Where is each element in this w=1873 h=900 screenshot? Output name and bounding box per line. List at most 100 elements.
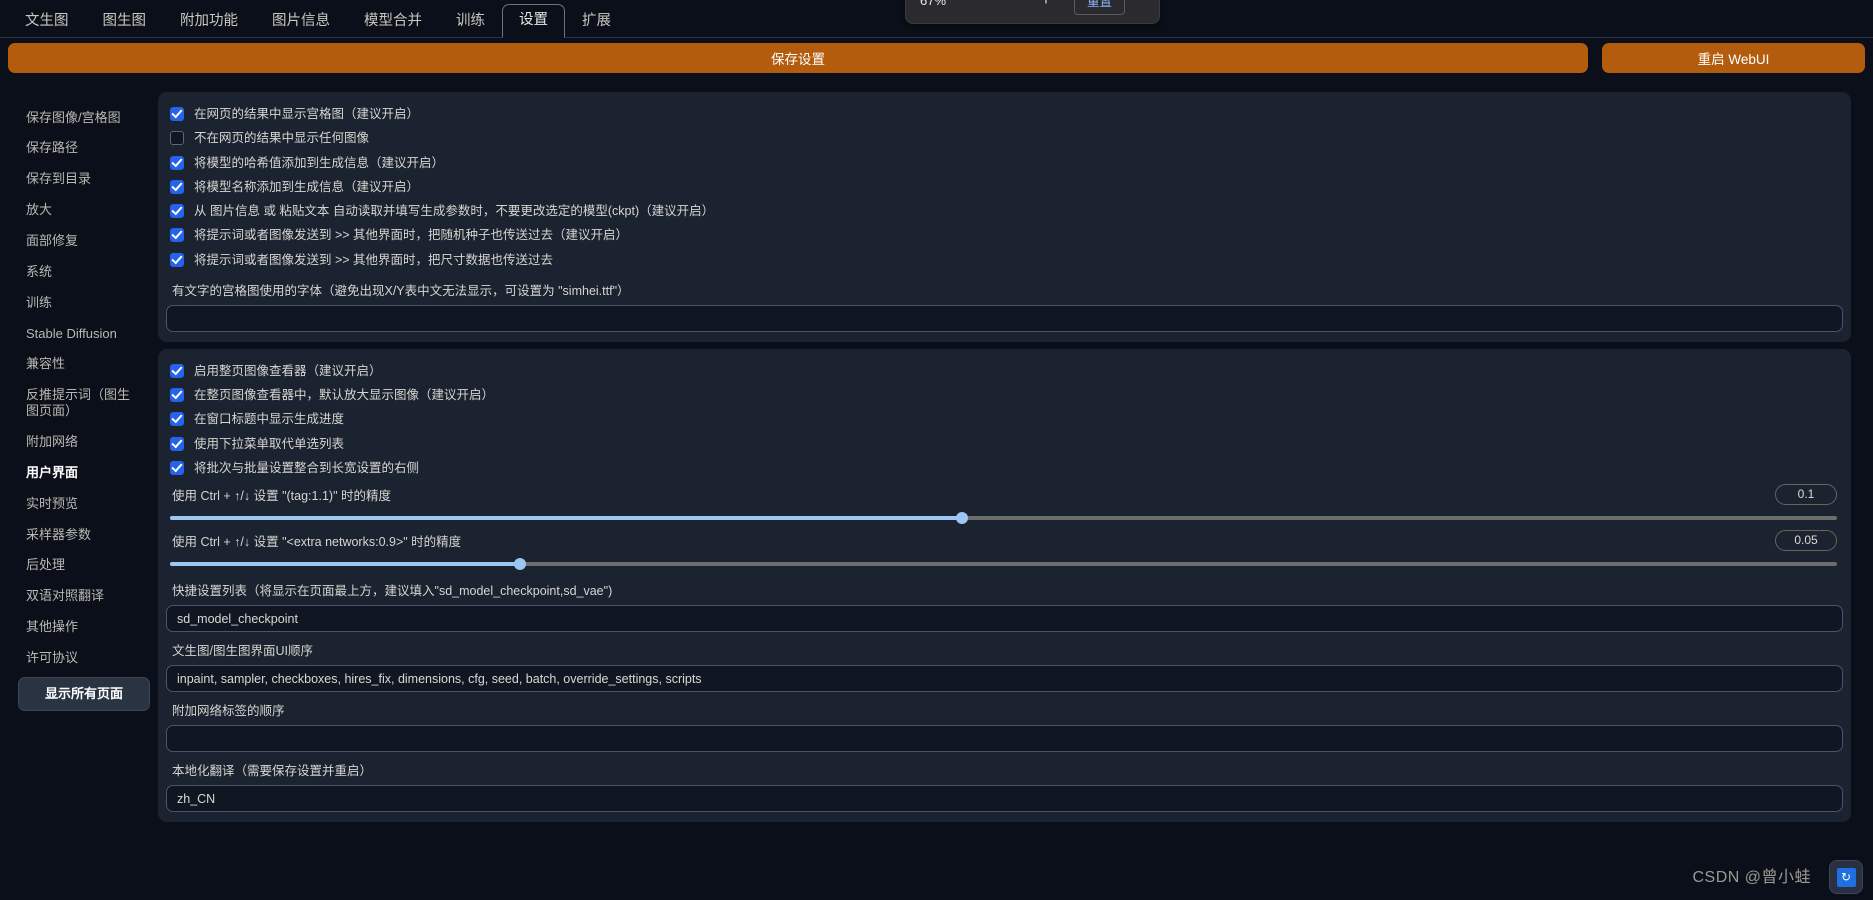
slider-header-extra-net-step: 使用 Ctrl + ↑/↓ 设置 "<extra networks:0.9>" … <box>166 526 1843 553</box>
settings-sidebar: 保存图像/宫格图 保存路径 保存到目录 放大 面部修复 系统 训练 Stable… <box>0 92 158 900</box>
zoom-out-icon[interactable]: − <box>992 0 1028 10</box>
quicksettings-label: 快捷设置列表（将显示在页面最上方，建议填入"sd_model_checkpoin… <box>172 584 613 598</box>
settings-action-bar: 保存设置 重启 WebUI <box>0 37 1873 82</box>
tab-train[interactable]: 训练 <box>439 5 502 38</box>
tab-label: 图片信息 <box>272 13 330 30</box>
tab-label: 文生图 <box>25 13 69 30</box>
slider-value-tag-step[interactable]: 0.1 <box>1775 484 1837 505</box>
sidebar-item-other-actions[interactable]: 其他操作 <box>18 612 150 643</box>
settings-page: 保存图像/宫格图 保存路径 保存到目录 放大 面部修复 系统 训练 Stable… <box>0 92 1873 900</box>
checkbox-batch-next-to-dimensions[interactable] <box>170 460 184 475</box>
restart-webui-button[interactable]: 重启 WebUI <box>1602 43 1865 73</box>
sidebar-item-upscaling[interactable]: 放大 <box>18 195 150 226</box>
checkbox-viewer-zoom-default[interactable] <box>170 388 184 403</box>
tab-checkpoint-merger[interactable]: 模型合并 <box>347 5 439 38</box>
slider-value-extra-net-step[interactable]: 0.05 <box>1775 530 1837 551</box>
floating-action-button[interactable]: ↻ <box>1829 860 1863 894</box>
sidebar-item-extra-networks[interactable]: 附加网络 <box>18 426 150 457</box>
setting-label: 将模型名称添加到生成信息（建议开启） <box>194 179 420 194</box>
tab-label: 设置 <box>519 12 548 29</box>
tab-settings[interactable]: 设置 <box>502 4 565 38</box>
sidebar-item-user-interface[interactable]: 用户界面 <box>18 457 150 488</box>
sidebar-item-licenses[interactable]: 许可协议 <box>18 642 150 673</box>
setting-row[interactable]: 在网页的结果中显示宫格图（建议开启） <box>166 102 1843 126</box>
extra-networks-order-label: 附加网络标签的顺序 <box>172 704 285 718</box>
sidebar-item-compatibility[interactable]: 兼容性 <box>18 349 150 380</box>
refresh-icon: ↻ <box>1836 867 1856 887</box>
setting-row[interactable]: 在整页图像查看器中，默认放大显示图像（建议开启） <box>166 383 1843 407</box>
slider-track-tag-step[interactable] <box>170 512 1837 524</box>
slider-thumb[interactable] <box>514 558 527 570</box>
localization-input[interactable] <box>166 785 1843 812</box>
sidebar-item-save-paths[interactable]: 保存路径 <box>18 133 150 164</box>
checkbox-send-size[interactable] <box>170 252 184 267</box>
sidebar-item-interrogate[interactable]: 反推提示词（图生图页面） <box>18 380 150 427</box>
tab-label: 图生图 <box>102 13 147 30</box>
checkbox-show-grid-in-results[interactable] <box>170 107 184 122</box>
save-settings-button[interactable]: 保存设置 <box>8 43 1588 73</box>
setting-label: 在窗口标题中显示生成进度 <box>194 412 345 427</box>
zoom-percent-label: 67% <box>920 0 947 8</box>
sidebar-item-live-previews[interactable]: 实时预览 <box>18 488 150 519</box>
setting-row[interactable]: 从 图片信息 或 粘贴文本 自动读取并填写生成参数时，不要更改选定的模型(ckp… <box>166 199 1843 223</box>
slider-header-tag-step: 使用 Ctrl + ↑/↓ 设置 "(tag:1.1)" 时的精度 0.1 <box>166 480 1843 507</box>
checkbox-group-ui: 启用整页图像查看器（建议开启） 在整页图像查看器中，默认放大显示图像（建议开启）… <box>158 348 1851 822</box>
sidebar-item-face-restoration[interactable]: 面部修复 <box>18 225 150 256</box>
sidebar-item-bilingual-translation[interactable]: 双语对照翻译 <box>18 581 150 612</box>
tab-extras[interactable]: 附加功能 <box>163 5 255 38</box>
setting-row[interactable]: 将提示词或者图像发送到 >> 其他界面时，把尺寸数据也传送过去 <box>166 248 1843 272</box>
extra-networks-order-input[interactable] <box>166 725 1843 752</box>
zoom-in-icon[interactable]: + <box>1028 0 1064 10</box>
tab-extensions[interactable]: 扩展 <box>565 5 628 38</box>
checkbox-dropdown-for-radio[interactable] <box>170 436 184 451</box>
tab-png-info[interactable]: 图片信息 <box>255 5 347 38</box>
quicksettings-input[interactable] <box>166 605 1843 632</box>
setting-label: 不在网页的结果中显示任何图像 <box>194 131 370 146</box>
setting-row[interactable]: 使用下拉菜单取代单选列表 <box>166 432 1843 456</box>
checkbox-add-model-name[interactable] <box>170 179 184 194</box>
ui-order-label: 文生图/图生图界面UI顺序 <box>172 644 313 658</box>
slider-fill <box>170 562 521 566</box>
grid-font-input[interactable] <box>166 304 1843 332</box>
checkbox-do-not-show-any-images[interactable] <box>170 131 184 146</box>
checkbox-keep-selected-model[interactable] <box>170 204 184 219</box>
sidebar-item-save-images[interactable]: 保存图像/宫格图 <box>18 102 150 133</box>
sidebar-item-sampler-params[interactable]: 采样器参数 <box>18 519 150 550</box>
setting-row[interactable]: 将模型名称添加到生成信息（建议开启） <box>166 175 1843 199</box>
setting-row[interactable]: 将提示词或者图像发送到 >> 其他界面时，把随机种子也传送过去（建议开启） <box>166 223 1843 247</box>
setting-row[interactable]: 在窗口标题中显示生成进度 <box>166 407 1843 431</box>
tab-label: 训练 <box>456 13 485 30</box>
zoom-reset-button[interactable]: 重置 <box>1074 0 1126 15</box>
tab-txt2img[interactable]: 文生图 <box>8 5 86 38</box>
setting-label: 在网页的结果中显示宫格图（建议开启） <box>194 107 420 121</box>
setting-label: 将提示词或者图像发送到 >> 其他界面时，把尺寸数据也传送过去 <box>194 252 554 267</box>
grid-font-label: 有文字的宫格图使用的字体（避免出现X/Y表中文无法显示，可设置为 "simhei… <box>172 283 630 298</box>
setting-label: 从 图片信息 或 粘贴文本 自动读取并填写生成参数时，不要更改选定的模型(ckp… <box>194 204 715 218</box>
setting-row[interactable]: 不在网页的结果中显示任何图像 <box>166 126 1843 150</box>
tab-img2img[interactable]: 图生图 <box>86 5 164 38</box>
checkbox-add-model-hash[interactable] <box>170 155 184 170</box>
checkbox-show-progress-in-title[interactable] <box>170 412 184 427</box>
setting-label: 将模型的哈希值添加到生成信息（建议开启） <box>194 155 445 170</box>
sidebar-item-postprocessing[interactable]: 后处理 <box>18 550 150 581</box>
sidebar-item-training[interactable]: 训练 <box>18 287 150 318</box>
setting-row[interactable]: 启用整页图像查看器（建议开启） <box>166 359 1843 383</box>
checkbox-enable-fullpage-viewer[interactable] <box>170 363 184 378</box>
sidebar-item-system[interactable]: 系统 <box>18 256 150 287</box>
checkbox-send-seed[interactable] <box>170 228 184 243</box>
setting-label: 使用下拉菜单取代单选列表 <box>194 436 345 451</box>
tab-label: 扩展 <box>582 13 611 30</box>
sidebar-item-show-all-pages[interactable]: 显示所有页面 <box>18 677 150 712</box>
setting-row[interactable]: 将模型的哈希值添加到生成信息（建议开启） <box>166 151 1843 175</box>
localization-label: 本地化翻译（需要保存设置并重启） <box>172 764 373 778</box>
tab-label: 附加功能 <box>180 13 238 30</box>
setting-label: 启用整页图像查看器（建议开启） <box>194 363 382 378</box>
setting-row[interactable]: 将批次与批量设置整合到长宽设置的右侧 <box>166 456 1843 480</box>
slider-thumb[interactable] <box>955 512 968 524</box>
slider-track-extra-net-step[interactable] <box>170 558 1837 570</box>
ui-order-input[interactable] <box>166 665 1843 692</box>
setting-label: 将批次与批量设置整合到长宽设置的右侧 <box>194 460 420 475</box>
slider-label: 使用 Ctrl + ↑/↓ 设置 "<extra networks:0.9>" … <box>172 535 462 549</box>
sidebar-item-save-to-dirs[interactable]: 保存到目录 <box>18 164 150 195</box>
sidebar-item-stable-diffusion[interactable]: Stable Diffusion <box>18 318 150 349</box>
